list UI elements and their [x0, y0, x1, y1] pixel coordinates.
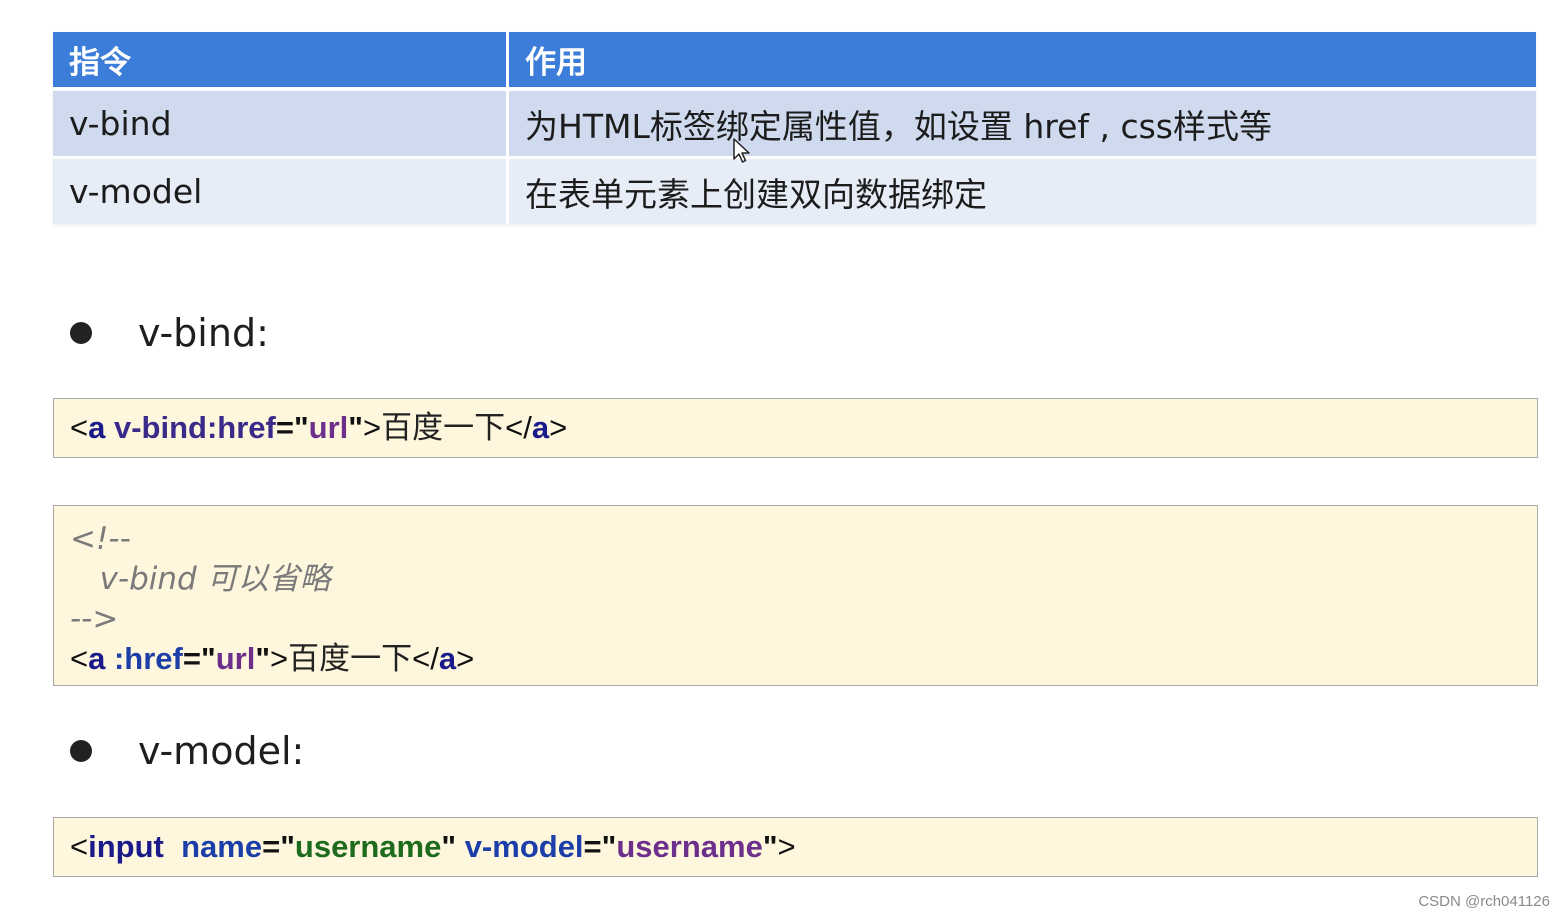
table-row: v-bind 为HTML标签绑定属性值，如设置 href , css样式等 — [53, 87, 1536, 156]
code-line: <a v-bind:href="url">百度一下</a> — [70, 408, 1537, 448]
header-directive: 指令 — [53, 32, 509, 87]
cell-directive: v-model — [53, 156, 509, 224]
code-token: " — [601, 829, 617, 864]
code-token: </ — [412, 641, 439, 676]
code-token: </ — [505, 410, 532, 445]
code-block-vmodel: <input name="username" v-model="username… — [53, 817, 1538, 877]
code-token: " — [293, 410, 309, 445]
code-block-vbind-shorthand: <!-- v-bind 可以省略 --> <a :href="url">百度一下… — [53, 505, 1538, 686]
bullet-dot-icon — [70, 740, 92, 762]
code-comment-body: v-bind 可以省略 — [70, 559, 1537, 599]
cell-directive: v-bind — [53, 87, 509, 156]
code-token: a — [88, 410, 106, 445]
code-token: = — [262, 829, 281, 864]
code-token: v-bind:href — [113, 410, 276, 445]
cell-purpose: 为HTML标签绑定属性值，如设置 href , css样式等 — [509, 87, 1536, 156]
code-token: > — [777, 829, 796, 864]
code-line: <a :href="url">百度一下</a> — [70, 639, 1537, 679]
code-token: url — [308, 410, 349, 445]
code-token: " — [200, 641, 216, 676]
code-token: 百度一下 — [288, 641, 413, 677]
header-purpose: 作用 — [509, 32, 1536, 87]
table-header-row: 指令 作用 — [53, 32, 1536, 87]
code-token: " — [762, 829, 778, 864]
code-comment-close: --> — [70, 601, 119, 637]
code-block-vbind: <a v-bind:href="url">百度一下</a> — [53, 398, 1538, 458]
code-token: a — [531, 410, 550, 445]
code-comment-open: <!-- — [70, 521, 131, 557]
code-token: < — [70, 641, 89, 676]
code-token: = — [583, 829, 602, 864]
code-token: name — [181, 829, 263, 864]
code-token: v-model — [464, 829, 584, 864]
code-token: v-bind — [99, 561, 197, 597]
directive-table: 指令 作用 v-bind 为HTML标签绑定属性值，如设置 href , css… — [53, 32, 1536, 224]
code-token: url — [215, 641, 256, 676]
section-heading-vmodel: v-model: — [138, 729, 305, 773]
cell-purpose: 在表单元素上创建双向数据绑定 — [509, 156, 1536, 224]
code-token: " — [280, 829, 295, 864]
section-heading-vbind: v-bind: — [138, 311, 269, 355]
code-token: = — [182, 641, 201, 676]
bullet-dot-icon — [70, 322, 92, 344]
code-token: input — [88, 829, 164, 864]
code-token: > — [456, 641, 475, 676]
code-token: < — [70, 410, 89, 445]
code-token: a — [88, 641, 106, 676]
code-token: a — [438, 641, 457, 676]
code-token: > — [363, 410, 382, 445]
code-token: " — [348, 410, 363, 445]
code-token: < — [70, 829, 89, 864]
bullet-vbind: v-bind: — [70, 311, 269, 355]
code-token: = — [275, 410, 294, 445]
mouse-pointer-icon — [733, 138, 751, 168]
code-token: username — [616, 829, 763, 864]
code-token: username — [294, 829, 442, 864]
watermark: CSDN @rch041126 — [1418, 893, 1550, 910]
code-token: :href — [113, 641, 183, 676]
code-token: 百度一下 — [381, 410, 506, 446]
code-line: <input name="username" v-model="username… — [70, 827, 1537, 867]
code-token: " — [441, 829, 457, 864]
code-token: 可以省略 — [206, 561, 331, 597]
bullet-vmodel: v-model: — [70, 729, 304, 773]
code-token: > — [549, 410, 568, 445]
code-token: " — [255, 641, 271, 676]
code-token: > — [270, 641, 289, 676]
table-row: v-model 在表单元素上创建双向数据绑定 — [53, 156, 1536, 224]
